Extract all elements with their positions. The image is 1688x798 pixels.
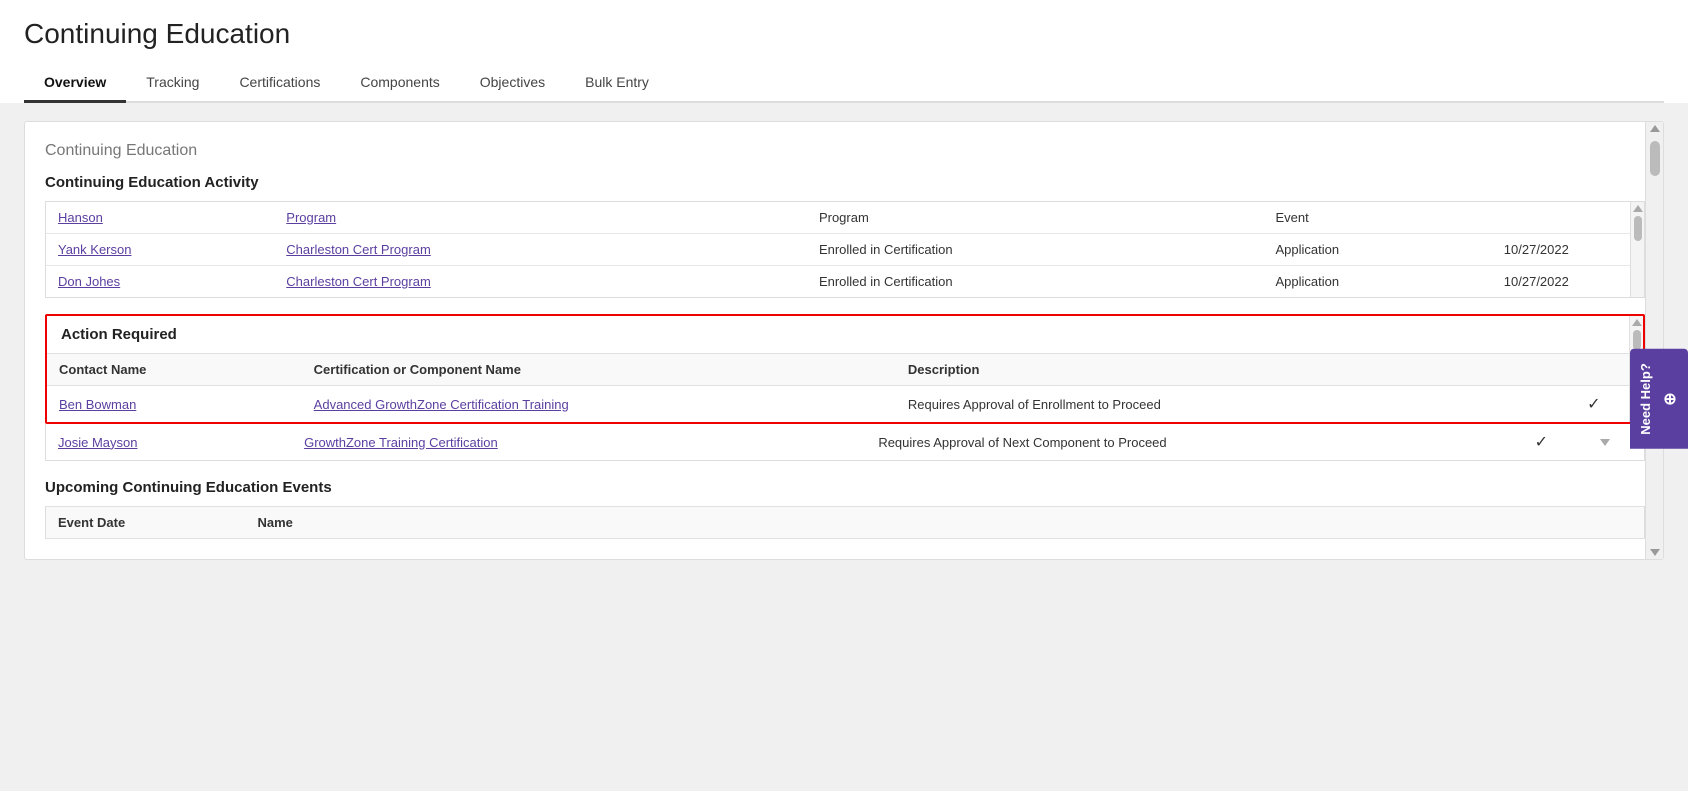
tab-bulk-entry[interactable]: Bulk Entry bbox=[565, 64, 669, 103]
activity-scrollbar[interactable] bbox=[1630, 202, 1644, 297]
tab-tracking[interactable]: Tracking bbox=[126, 64, 219, 103]
page-wrapper: Continuing Education Overview Tracking C… bbox=[0, 0, 1688, 798]
action-required-section: Action Required Contact Name Certificati… bbox=[45, 314, 1645, 424]
contact-cell: Yank Kerson bbox=[46, 234, 274, 266]
th-event-date: Event Date bbox=[46, 507, 246, 539]
upcoming-section-title: Upcoming Continuing Education Events bbox=[45, 479, 1645, 496]
need-help-button[interactable]: Need Help? ⊕ bbox=[1630, 349, 1688, 449]
upcoming-header-row: Event Date Name bbox=[46, 507, 1645, 539]
josie-contact-cell: Josie Mayson bbox=[46, 424, 292, 460]
program-cell: Program bbox=[274, 202, 807, 234]
josie-dropdown-arrow[interactable] bbox=[1600, 439, 1610, 446]
action-scrollbar-up[interactable] bbox=[1632, 319, 1642, 326]
josie-row: Josie Mayson GrowthZone Training Certifi… bbox=[46, 424, 1644, 460]
action-required-header: Action Required bbox=[47, 316, 1643, 353]
th-description: Description bbox=[896, 354, 1575, 386]
source-cell: Event bbox=[1264, 202, 1492, 234]
josie-check-cell: ✓ bbox=[1523, 424, 1589, 460]
tabs-nav: Overview Tracking Certifications Compone… bbox=[24, 64, 1664, 103]
activity-table: Hanson Program Program Event Yank Kerso bbox=[46, 202, 1644, 297]
card-scrollbar-up-arrow[interactable] bbox=[1650, 125, 1660, 132]
josie-row-wrapper: Josie Mayson GrowthZone Training Certifi… bbox=[45, 424, 1645, 461]
table-row: Yank Kerson Charleston Cert Program Enro… bbox=[46, 234, 1644, 266]
date-cell bbox=[1492, 202, 1644, 234]
status-cell: Enrolled in Certification bbox=[807, 234, 1264, 266]
need-help-label: Need Help? bbox=[1638, 363, 1653, 435]
table-row: Don Johes Charleston Cert Program Enroll… bbox=[46, 266, 1644, 298]
table-header-row: Contact Name Certification or Component … bbox=[47, 354, 1643, 386]
action-desc-cell: Requires Approval of Enrollment to Proce… bbox=[896, 386, 1575, 423]
page-title: Continuing Education bbox=[24, 18, 1664, 50]
card-scrollbar-thumb[interactable] bbox=[1650, 141, 1660, 176]
upcoming-section: Upcoming Continuing Education Events Eve… bbox=[45, 479, 1645, 539]
content-area: Continuing Education Continuing Educatio… bbox=[0, 103, 1688, 791]
activity-section-title: Continuing Education Activity bbox=[45, 174, 1645, 191]
date-cell: 10/27/2022 bbox=[1492, 234, 1644, 266]
card-right-scrollbar[interactable] bbox=[1645, 122, 1663, 559]
status-cell: Program bbox=[807, 202, 1264, 234]
th-name: Name bbox=[246, 507, 1645, 539]
tab-certifications[interactable]: Certifications bbox=[219, 64, 340, 103]
scrollbar-thumb[interactable] bbox=[1634, 216, 1642, 241]
program-link[interactable]: Charleston Cert Program bbox=[286, 274, 431, 289]
scrollbar-up-arrow[interactable] bbox=[1633, 205, 1643, 212]
main-card: Continuing Education Continuing Educatio… bbox=[24, 121, 1664, 560]
contact-link[interactable]: Don Johes bbox=[58, 274, 120, 289]
contact-cell: Hanson bbox=[46, 202, 274, 234]
activity-table-wrapper: Hanson Program Program Event Yank Kerso bbox=[45, 201, 1645, 298]
card-title: Continuing Education bbox=[45, 142, 1645, 160]
action-cert-cell: Advanced GrowthZone Certification Traini… bbox=[302, 386, 896, 423]
program-link[interactable]: Program bbox=[286, 210, 336, 225]
page-header: Continuing Education Overview Tracking C… bbox=[0, 0, 1688, 103]
action-required-table: Contact Name Certification or Component … bbox=[47, 353, 1643, 422]
josie-table: Josie Mayson GrowthZone Training Certifi… bbox=[46, 424, 1644, 460]
tab-overview[interactable]: Overview bbox=[24, 64, 126, 103]
contact-link[interactable]: Yank Kerson bbox=[58, 242, 131, 257]
josie-desc-cell: Requires Approval of Next Component to P… bbox=[866, 424, 1522, 460]
tab-components[interactable]: Components bbox=[340, 64, 459, 103]
th-contact: Contact Name bbox=[47, 354, 302, 386]
josie-cert-link[interactable]: GrowthZone Training Certification bbox=[304, 435, 498, 450]
table-row: Hanson Program Program Event bbox=[46, 202, 1644, 234]
josie-checkmark-icon[interactable]: ✓ bbox=[1535, 434, 1548, 451]
upcoming-table: Event Date Name bbox=[45, 506, 1645, 539]
action-cert-link[interactable]: Advanced GrowthZone Certification Traini… bbox=[314, 397, 569, 412]
josie-contact-link[interactable]: Josie Mayson bbox=[58, 435, 137, 450]
program-cell: Charleston Cert Program bbox=[274, 266, 807, 298]
program-link[interactable]: Charleston Cert Program bbox=[286, 242, 431, 257]
action-contact-link[interactable]: Ben Bowman bbox=[59, 397, 136, 412]
action-scrollbar-thumb[interactable] bbox=[1633, 330, 1641, 350]
th-cert: Certification or Component Name bbox=[302, 354, 896, 386]
source-cell: Application bbox=[1264, 234, 1492, 266]
program-cell: Charleston Cert Program bbox=[274, 234, 807, 266]
card-scrollbar-down-arrow[interactable] bbox=[1650, 549, 1660, 556]
status-cell: Enrolled in Certification bbox=[807, 266, 1264, 298]
contact-cell: Don Johes bbox=[46, 266, 274, 298]
need-help-icon: ⊕ bbox=[1661, 392, 1680, 405]
need-help-container[interactable]: Need Help? ⊕ bbox=[1630, 349, 1688, 449]
action-row-1: Ben Bowman Advanced GrowthZone Certifica… bbox=[47, 386, 1643, 423]
contact-link[interactable]: Hanson bbox=[58, 210, 103, 225]
checkmark-icon[interactable]: ✓ bbox=[1587, 396, 1600, 413]
action-contact-cell: Ben Bowman bbox=[47, 386, 302, 423]
tab-objectives[interactable]: Objectives bbox=[460, 64, 565, 103]
josie-cert-cell: GrowthZone Training Certification bbox=[292, 424, 866, 460]
date-cell: 10/27/2022 bbox=[1492, 266, 1644, 298]
source-cell: Application bbox=[1264, 266, 1492, 298]
